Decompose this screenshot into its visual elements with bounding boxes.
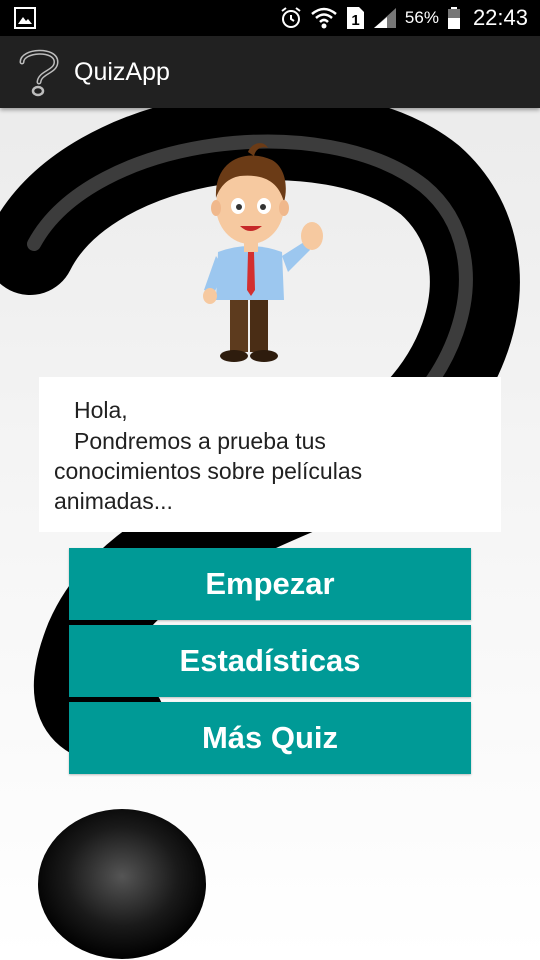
intro-greeting: Hola, [74, 397, 128, 423]
sim-icon: 1 [346, 7, 364, 29]
mascot-illustration [203, 143, 323, 362]
intro-line-3: animadas... [54, 488, 173, 514]
signal-icon [373, 8, 396, 28]
alarm-icon [281, 7, 301, 28]
status-bar: 1 56% 22:43 [0, 0, 540, 36]
intro-line-1: Pondremos a prueba tus [74, 428, 326, 454]
image-notification-icon [14, 7, 36, 29]
statistics-button[interactable]: Estadísticas [69, 625, 471, 697]
sim-slot-label: 1 [351, 12, 359, 29]
status-clock: 22:43 [472, 5, 528, 30]
intro-card: Hola, Pondremos a prueba tus conocimient… [39, 377, 501, 532]
app-bar: QuizApp [0, 36, 540, 108]
question-mark-icon [19, 49, 59, 97]
more-quiz-button[interactable]: Más Quiz [69, 702, 471, 774]
battery-icon [447, 7, 460, 29]
wifi-icon [311, 7, 337, 29]
app-title: QuizApp [74, 58, 170, 86]
intro-line-2: conocimientos sobre películas [54, 458, 363, 484]
start-button[interactable]: Empezar [69, 548, 471, 620]
battery-percent: 56% [404, 8, 439, 27]
